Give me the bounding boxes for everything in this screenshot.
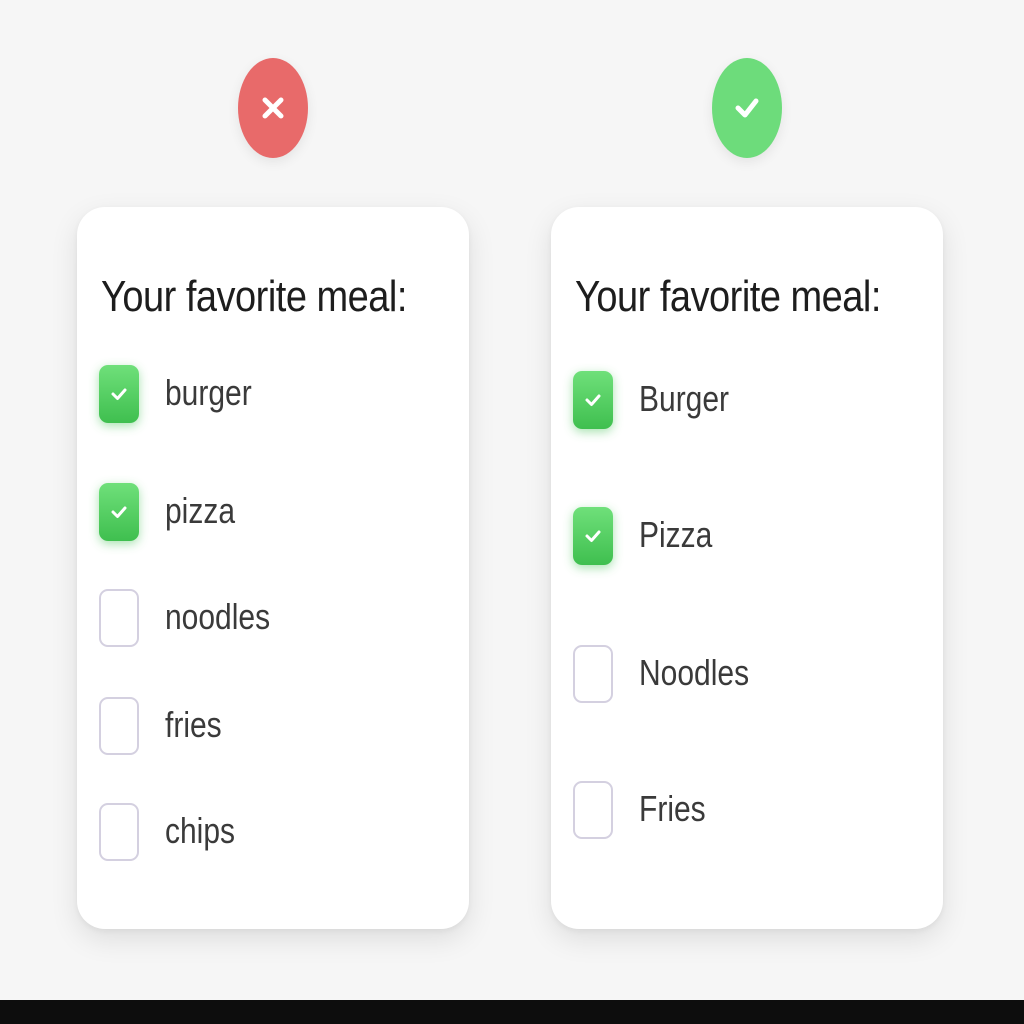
checkbox-unchecked[interactable] <box>99 803 139 861</box>
option-label: Noodles <box>639 653 750 694</box>
check-icon <box>111 506 127 518</box>
option-label: Pizza <box>639 515 713 556</box>
checkbox-checked[interactable] <box>573 371 613 429</box>
option-burger[interactable]: burger <box>99 365 252 423</box>
card-title: Your favorite meal: <box>101 273 407 322</box>
check-icon <box>585 394 601 406</box>
option-label: Fries <box>639 789 706 830</box>
checkbox-checked[interactable] <box>99 483 139 541</box>
correct-example-badge <box>712 58 782 158</box>
option-label: pizza <box>165 491 236 532</box>
option-pizza[interactable]: pizza <box>99 483 235 541</box>
option-label: noodles <box>165 597 271 638</box>
option-label: burger <box>165 373 252 414</box>
checkbox-unchecked[interactable] <box>573 781 613 839</box>
option-chips[interactable]: chips <box>99 803 235 861</box>
comparison-stage: Your favorite meal: burger pizza noodles… <box>0 0 1024 1000</box>
wrong-example-card: Your favorite meal: burger pizza noodles… <box>77 207 469 929</box>
wrong-example-badge <box>238 58 308 158</box>
option-fries[interactable]: Fries <box>573 781 706 839</box>
option-label: fries <box>165 705 222 746</box>
check-icon <box>111 388 127 400</box>
option-noodles[interactable]: noodles <box>99 589 270 647</box>
checkbox-unchecked[interactable] <box>99 697 139 755</box>
checkbox-checked[interactable] <box>573 507 613 565</box>
checkbox-unchecked[interactable] <box>573 645 613 703</box>
check-icon <box>735 98 759 118</box>
card-title: Your favorite meal: <box>575 273 881 322</box>
option-fries[interactable]: fries <box>99 697 222 755</box>
correct-example-card: Your favorite meal: Burger Pizza Noodles… <box>551 207 943 929</box>
option-pizza[interactable]: Pizza <box>573 507 712 565</box>
checkbox-unchecked[interactable] <box>99 589 139 647</box>
close-icon <box>262 97 284 119</box>
option-label: chips <box>165 811 236 852</box>
checkbox-checked[interactable] <box>99 365 139 423</box>
check-icon <box>585 530 601 542</box>
bottom-bar <box>0 1000 1024 1024</box>
option-burger[interactable]: Burger <box>573 371 729 429</box>
option-noodles[interactable]: Noodles <box>573 645 749 703</box>
option-label: Burger <box>639 379 730 420</box>
